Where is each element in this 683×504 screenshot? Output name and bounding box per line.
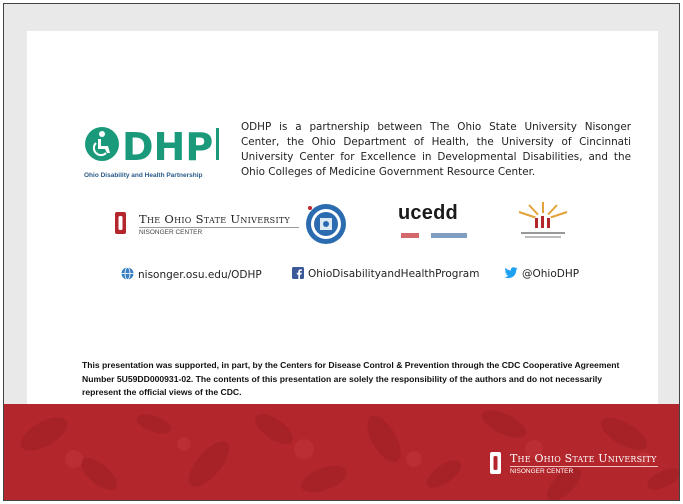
- osu-rule: [139, 227, 299, 228]
- ohio-colleges-medicine-grc-logo: [518, 202, 568, 238]
- twitter-bird-icon: [504, 267, 518, 279]
- facebook-link[interactable]: OhioDisabilityandHealthProgram: [292, 267, 479, 280]
- footer-banner: The Ohio State University NISONGER CENTE…: [4, 404, 679, 500]
- footer-block-o-icon: [490, 452, 501, 474]
- globe-icon: [121, 267, 134, 280]
- slide: DHP Ohio Disability and Health Partnersh…: [3, 3, 680, 501]
- twitter-link[interactable]: @OhioDHP: [504, 267, 579, 280]
- osu-name: The Ohio State University: [139, 212, 291, 226]
- ucedd-logo: ucedd: [398, 202, 458, 224]
- odhp-tagline: Ohio Disability and Health Partnership: [84, 172, 203, 179]
- ohio-health-seal-icon: [306, 204, 346, 244]
- odhp-logo: DHP: [85, 125, 219, 169]
- footer-osu-name: The Ohio State University: [510, 452, 657, 465]
- block-o-icon: [115, 212, 126, 234]
- twitter-text: @OhioDHP: [522, 268, 580, 280]
- odhp-description: ODHP is a partnership between The Ohio S…: [241, 121, 631, 178]
- footer-osu-subname: NISONGER CENTER: [510, 468, 574, 475]
- odhp-logo-letters: DHP: [122, 125, 213, 169]
- cdc-disclaimer: This presentation was supported, in part…: [82, 360, 620, 397]
- osu-subname: NISONGER CENTER: [139, 229, 203, 236]
- website-text: nisonger.osu.edu/ODHP: [138, 269, 262, 281]
- ucedd-sublogos: [401, 233, 467, 238]
- footer-rule: [510, 466, 658, 467]
- facebook-icon: [292, 267, 304, 279]
- facebook-text: OhioDisabilityandHealthProgram: [308, 268, 480, 280]
- website-link[interactable]: nisonger.osu.edu/ODHP: [121, 267, 262, 281]
